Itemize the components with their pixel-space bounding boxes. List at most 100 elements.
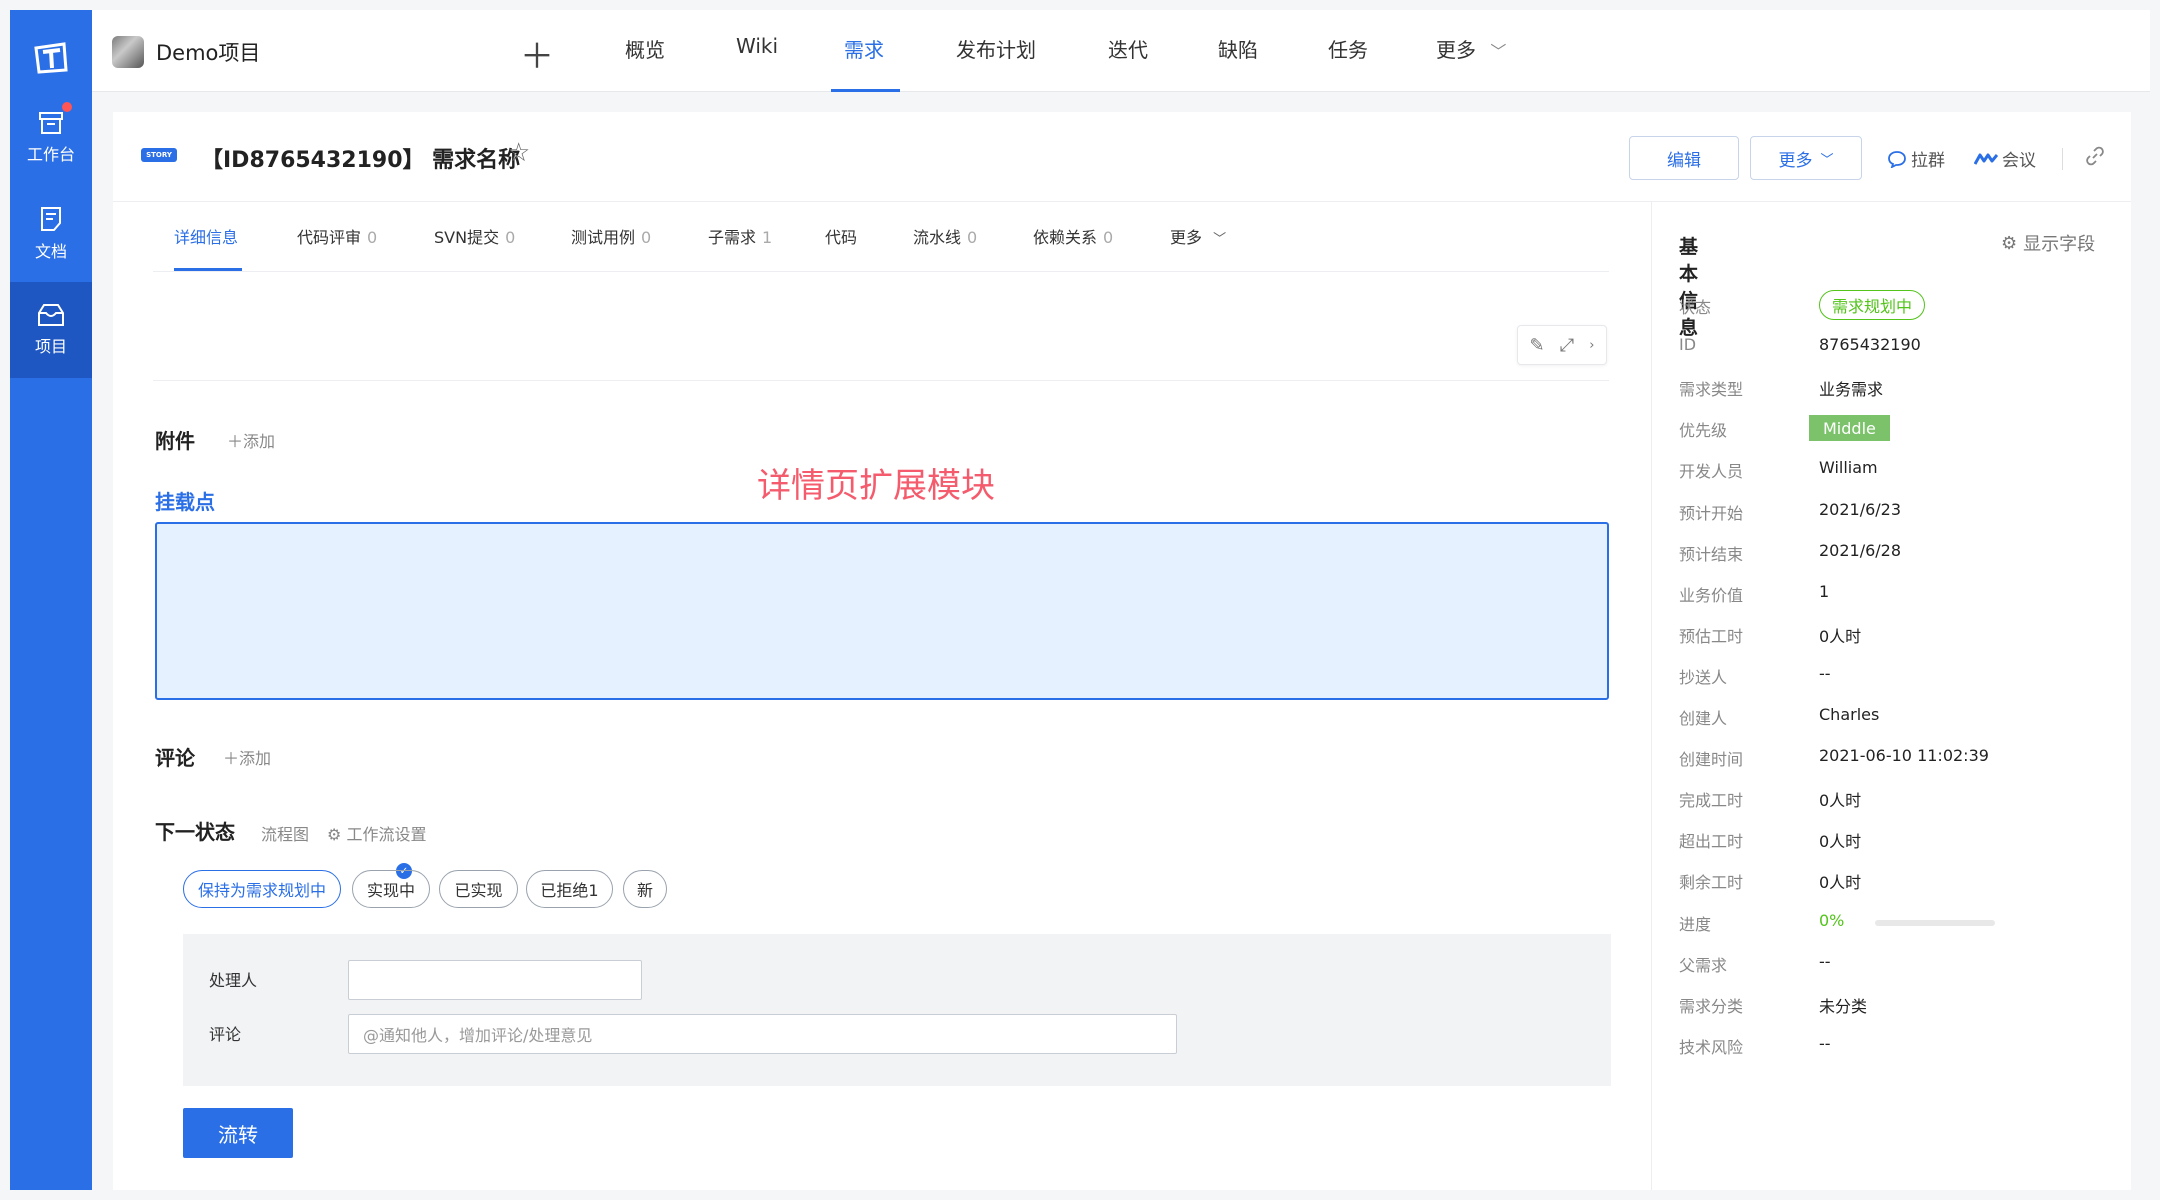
state-option-new[interactable]: 新 xyxy=(623,870,667,908)
workflow-settings-label: 工作流设置 xyxy=(346,825,427,844)
panel-divider xyxy=(1651,202,1652,1190)
extension-module-label: 详情页扩展模块 xyxy=(757,466,995,506)
tab-sub-requirements[interactable]: 子需求 1 xyxy=(708,224,772,248)
field-row: 抄送人 -- xyxy=(1679,660,2119,690)
nav-release-plan[interactable]: 发布计划 xyxy=(956,34,1036,63)
field-row: 技术风险 -- xyxy=(1679,1030,2119,1060)
field-row: 父需求 -- xyxy=(1679,948,2119,978)
next-state-title: 下一状态 xyxy=(155,820,235,844)
tab-label: 子需求 xyxy=(708,228,757,247)
attachments-title: 附件 xyxy=(155,429,195,453)
field-row: 预计开始 2021/6/23 xyxy=(1679,496,2119,526)
document-icon xyxy=(41,207,61,231)
app-logo[interactable] xyxy=(10,32,92,84)
project-avatar xyxy=(112,36,144,68)
nav-overview[interactable]: 概览 xyxy=(625,34,665,63)
tab-count: 0 xyxy=(641,228,652,247)
field-key: 预计开始 xyxy=(1679,504,1744,523)
field-value: 1 xyxy=(1819,582,1830,601)
field-value: 2021-06-10 11:02:39 xyxy=(1819,746,1989,765)
field-key: 剩余工时 xyxy=(1679,873,1744,892)
nav-item-docs[interactable]: 文档 xyxy=(10,186,92,282)
extension-mount-area xyxy=(155,522,1609,700)
tab-label: 更多 xyxy=(1170,228,1203,247)
field-value: 0人时 xyxy=(1819,791,1862,810)
tab-code-review[interactable]: 代码评审 0 xyxy=(297,224,377,248)
project-switcher[interactable]: Demo项目 xyxy=(112,36,260,68)
status-badge[interactable]: 需求规划中 xyxy=(1819,290,1926,320)
field-row: 开发人员 William xyxy=(1679,454,2119,484)
nav-item-project[interactable]: 项目 xyxy=(10,282,92,378)
edit-icon[interactable]: ✎ xyxy=(1530,335,1545,356)
nav-defects[interactable]: 缺陷 xyxy=(1218,34,1258,63)
nav-wiki[interactable]: Wiki xyxy=(736,34,778,58)
add-icon[interactable]: ＋ xyxy=(520,29,554,78)
tab-label: 详细信息 xyxy=(174,228,239,247)
plus-icon: ＋ xyxy=(223,749,240,768)
header-divider xyxy=(2062,148,2063,170)
nav-item-label: 项目 xyxy=(34,337,67,356)
nav-more[interactable]: 更多 ﹀ xyxy=(1436,34,1506,63)
tab-code[interactable]: 代码 xyxy=(825,224,857,248)
field-value: -- xyxy=(1819,1034,1831,1053)
detail-tabs: 详细信息 代码评审 0 SVN提交 0 测试用例 0 子需求 1 代码 流水线 0 依赖关… xyxy=(153,202,1609,272)
transition-submit-button[interactable]: 流转 xyxy=(183,1108,293,1158)
group-chat-link[interactable]: 拉群 xyxy=(1887,146,1945,171)
flowchart-link[interactable]: 流程图 xyxy=(261,821,309,845)
nav-tasks[interactable]: 任务 xyxy=(1328,34,1368,63)
field-key: 完成工时 xyxy=(1679,791,1744,810)
nav-item-workbench[interactable]: 工作台 xyxy=(10,90,92,186)
state-option-implementing[interactable]: 实现中 xyxy=(352,870,430,908)
assignee-input[interactable] xyxy=(348,960,642,1000)
show-fields-button[interactable]: ⚙ 显示字段 xyxy=(2001,230,2095,256)
comment-input[interactable]: @通知他人，增加评论/处理意见 xyxy=(348,1014,1177,1054)
nav-item-label: 工作台 xyxy=(26,145,75,164)
add-comment-button[interactable]: ＋添加 xyxy=(223,745,271,769)
field-value: -- xyxy=(1819,664,1831,683)
chat-bubble-icon xyxy=(1888,150,1906,168)
field-value: William xyxy=(1819,458,1878,477)
active-tab-indicator xyxy=(174,268,242,271)
active-nav-indicator xyxy=(831,89,900,92)
progress-value: 0% xyxy=(1819,911,1845,930)
field-value: Charles xyxy=(1819,705,1880,724)
tab-more[interactable]: 更多 ﹀ xyxy=(1170,224,1226,248)
expand-icon[interactable]: ⤢ xyxy=(1560,335,1574,356)
copy-link-button[interactable] xyxy=(2085,146,2105,166)
state-option-keep-planning[interactable]: 保持为需求规划中 ✓ xyxy=(183,863,412,908)
nav-iterations[interactable]: 迭代 xyxy=(1108,34,1148,63)
more-button[interactable]: 更多 ﹀ xyxy=(1750,136,1862,180)
state-option-rejected[interactable]: 已拒绝1 xyxy=(526,870,613,908)
add-attachment-button[interactable]: ＋添加 xyxy=(227,428,275,452)
field-row: 需求分类 未分类 xyxy=(1679,989,2119,1019)
description-divider xyxy=(153,380,1609,381)
field-row: ID 8765432190 xyxy=(1679,331,2119,361)
workbench-icon xyxy=(39,112,63,134)
field-row: 预估工时 0人时 xyxy=(1679,619,2119,649)
tab-details[interactable]: 详细信息 xyxy=(174,224,238,248)
field-key: 进度 xyxy=(1679,915,1712,934)
field-key: 超出工时 xyxy=(1679,832,1744,851)
nav-requirements[interactable]: 需求 xyxy=(844,34,884,63)
tab-label: 依赖关系 xyxy=(1033,228,1098,247)
nav-item-label: 文档 xyxy=(34,242,67,261)
field-key: 需求类型 xyxy=(1679,380,1744,399)
field-value: 2021/6/23 xyxy=(1819,500,1902,519)
page-title: 【ID8765432190】 需求名称 xyxy=(201,148,521,173)
star-icon[interactable]: ☆ xyxy=(507,138,530,168)
plus-icon: ＋ xyxy=(227,432,244,451)
workflow-settings-link[interactable]: ⚙ 工作流设置 xyxy=(327,821,426,845)
tab-svn-commits[interactable]: SVN提交 0 xyxy=(434,224,515,248)
tab-test-cases[interactable]: 测试用例 0 xyxy=(571,224,651,248)
more-button-label: 更多 xyxy=(1778,150,1813,171)
field-key: 抄送人 xyxy=(1679,668,1728,687)
priority-badge[interactable]: Middle xyxy=(1809,415,1890,441)
tab-dependencies[interactable]: 依赖关系 0 xyxy=(1033,224,1113,248)
state-option-implemented[interactable]: 已实现 xyxy=(439,870,518,908)
tab-pipeline[interactable]: 流水线 0 xyxy=(913,224,977,248)
chevron-right-icon[interactable]: › xyxy=(1589,338,1594,353)
edit-button[interactable]: 编辑 xyxy=(1629,136,1739,180)
gear-icon: ⚙ xyxy=(2001,232,2018,254)
meeting-link[interactable]: 会议 xyxy=(1974,146,2036,171)
field-value: -- xyxy=(1819,952,1831,971)
